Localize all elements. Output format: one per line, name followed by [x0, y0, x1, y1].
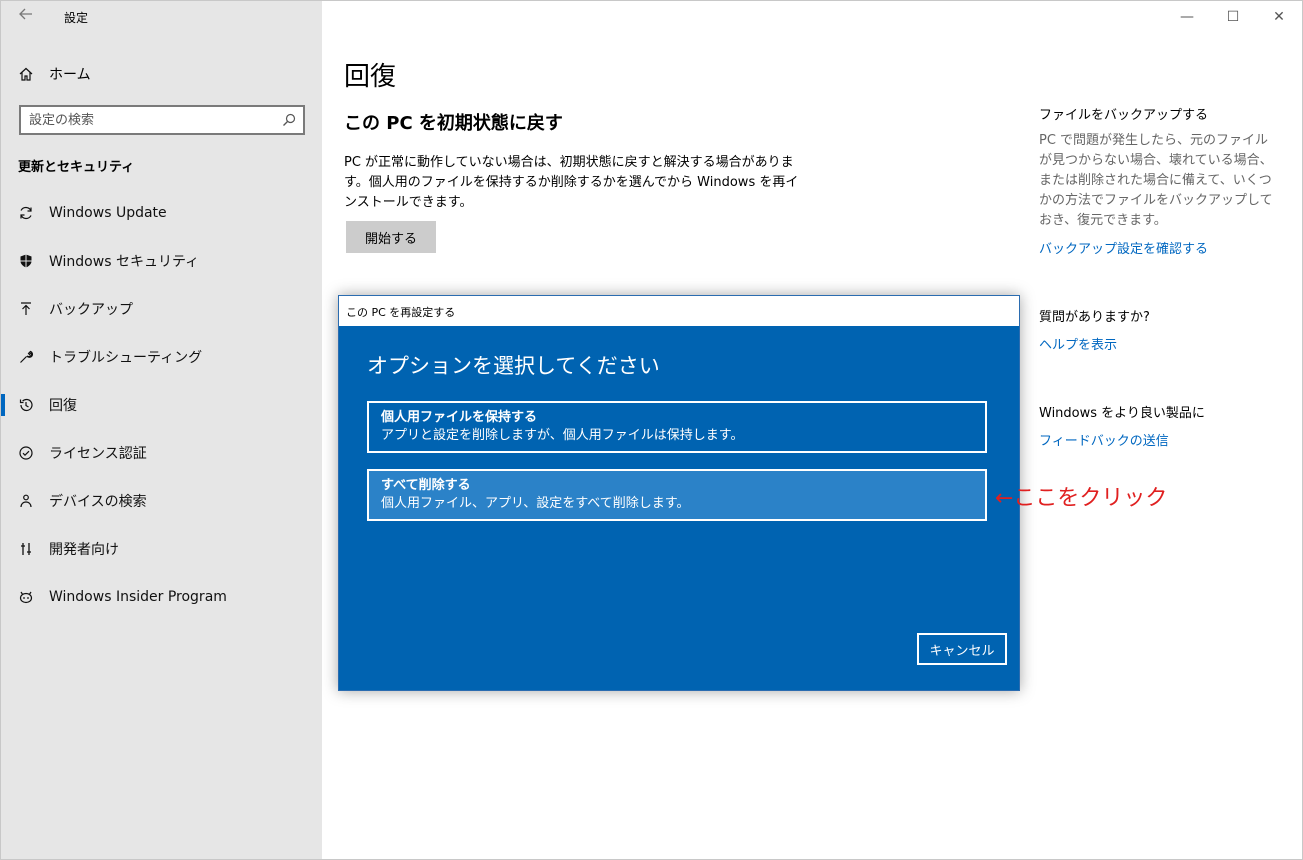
sidebar-item-backup[interactable]: バックアップ [1, 287, 322, 331]
sidebar-item-developers[interactable]: 開発者向け [1, 527, 322, 571]
cancel-button[interactable]: キャンセル [917, 633, 1007, 665]
search-icon[interactable] [281, 112, 297, 128]
minimize-icon[interactable]: — [1164, 1, 1210, 33]
sidebar-item-label: 開発者向け [49, 542, 119, 558]
backup-text: PC で問題が発生したら、元のファイルが見つからない場合、壊れている場合、または… [1039, 133, 1273, 228]
wrench-icon [17, 348, 35, 366]
sidebar-item-label: Windows Update [49, 205, 167, 221]
sidebar-item-find-device[interactable]: デバイスの検索 [1, 479, 322, 523]
sidebar-item-label: Windows セキュリティ [49, 254, 200, 270]
window-controls: — ☐ ✕ [1164, 1, 1302, 33]
reset-title: この PC を初期状態に戻す [344, 113, 563, 134]
feedback-link[interactable]: フィードバックの送信 [1039, 430, 1169, 449]
option-description: 個人用ファイル、アプリ、設定をすべて削除します。 [381, 496, 690, 511]
sidebar: 設定 ホーム 更新とセキュリティ Windows Update Windows [1, 1, 322, 859]
reset-description: PC が正常に動作していない場合は、初期状態に戻すと解決する場合があります。個人… [344, 155, 799, 210]
improve-title: Windows をより良い製品に [1039, 406, 1205, 421]
sidebar-item-label: 回復 [49, 398, 77, 414]
dialog-heading: オプションを選択してください [367, 354, 660, 378]
sidebar-item-insider[interactable]: Windows Insider Program [1, 575, 322, 619]
keep-files-option[interactable]: 個人用ファイルを保持する アプリと設定を削除しますが、個人用ファイルは保持します… [367, 401, 987, 453]
reset-dialog: この PC を再設定する オプションを選択してください 個人用ファイルを保持する… [338, 295, 1020, 691]
backup-title: ファイルをバックアップする [1039, 108, 1209, 123]
sidebar-item-label: トラブルシューティング [49, 350, 203, 366]
click-here-annotation: ←ここをクリック [995, 486, 1168, 511]
dialog-title: この PC を再設定する [346, 306, 456, 319]
option-description: アプリと設定を削除しますが、個人用ファイルは保持します。 [381, 428, 744, 443]
sidebar-item-windows-security[interactable]: Windows セキュリティ [1, 239, 322, 283]
option-title: すべて削除する [381, 478, 471, 493]
sidebar-item-recovery[interactable]: 回復 [1, 383, 322, 427]
back-arrow-icon[interactable] [15, 6, 37, 28]
shield-icon [17, 252, 35, 270]
sidebar-item-label: デバイスの検索 [49, 494, 147, 510]
maximize-icon[interactable]: ☐ [1210, 1, 1256, 33]
start-button[interactable]: 開始する [346, 221, 436, 253]
home-label: ホーム [49, 67, 91, 83]
sidebar-item-activation[interactable]: ライセンス認証 [1, 431, 322, 475]
refresh-icon [17, 204, 35, 222]
app-title: 設定 [64, 11, 89, 25]
search-box[interactable] [19, 105, 305, 135]
history-icon [17, 396, 35, 414]
check-circle-icon [17, 444, 35, 462]
settings-window: 設定 ホーム 更新とセキュリティ Windows Update Windows [0, 0, 1303, 860]
section-title: 更新とセキュリティ [18, 160, 135, 175]
question-title: 質問がありますか? [1039, 310, 1150, 325]
dialog-titlebar: この PC を再設定する [339, 296, 1019, 326]
help-link[interactable]: ヘルプを表示 [1039, 334, 1117, 353]
sidebar-item-windows-update[interactable]: Windows Update [1, 191, 322, 235]
home-icon [17, 65, 35, 83]
developer-icon [17, 540, 35, 558]
remove-everything-option[interactable]: すべて削除する 個人用ファイル、アプリ、設定をすべて削除します。 [367, 469, 987, 521]
close-icon[interactable]: ✕ [1256, 1, 1302, 33]
person-locate-icon [17, 492, 35, 510]
sidebar-item-label: ライセンス認証 [49, 446, 147, 462]
sidebar-item-label: バックアップ [49, 302, 133, 318]
option-title: 個人用ファイルを保持する [381, 410, 538, 425]
sidebar-item-home[interactable]: ホーム [17, 61, 91, 87]
backup-settings-link[interactable]: バックアップ設定を確認する [1039, 238, 1208, 257]
search-input[interactable] [29, 110, 274, 130]
sidebar-item-label: Windows Insider Program [49, 589, 227, 605]
page-title: 回復 [344, 62, 397, 92]
backup-icon [17, 300, 35, 318]
insider-cat-icon [17, 588, 35, 606]
sidebar-item-troubleshoot[interactable]: トラブルシューティング [1, 335, 322, 379]
